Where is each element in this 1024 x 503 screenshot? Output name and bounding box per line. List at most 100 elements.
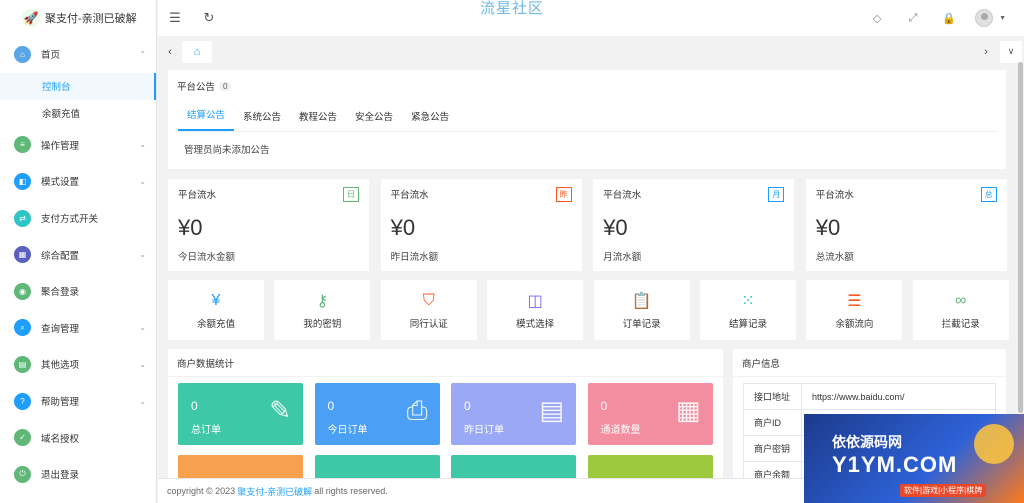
home-tab[interactable]: ⌂	[182, 40, 212, 63]
chevron-down-icon: ⌄	[139, 250, 146, 260]
chevron-down-icon[interactable]: ▼	[999, 15, 1006, 22]
fullscreen-icon[interactable]: ⤢	[897, 0, 929, 36]
tile-value: 0	[464, 399, 471, 413]
sidebar-item[interactable]: ▦ 综合配置 ⌄	[0, 236, 156, 273]
shield-icon: ⛉	[422, 292, 435, 309]
tile-value: 0	[327, 399, 335, 413]
merchant-stat-tile[interactable]: 0 今日订单 ⎙	[314, 383, 440, 445]
key-icon: ⚷	[316, 293, 329, 310]
edit-icon: ✎	[269, 395, 291, 425]
tab-dropdown-icon[interactable]: ∨	[1000, 40, 1022, 63]
sidebar-item[interactable]: ⌂ 首页 ⌃	[0, 36, 156, 73]
refresh-icon[interactable]: ↻	[192, 0, 226, 36]
tile-label: 昨日订单	[464, 425, 504, 436]
quick-tool[interactable]: ◫ 模式选择	[487, 280, 584, 340]
notice-tab[interactable]: 结算公告	[178, 107, 235, 131]
stat-title: 平台流水	[603, 190, 642, 201]
promo-banner[interactable]: 依依源码网 Y1YM.COM 软件|游戏|小程序|棋牌	[804, 414, 1024, 503]
config-icon: ▦	[14, 246, 31, 264]
sidebar-item-label: 其他选项	[41, 360, 80, 372]
menu-toggle-icon[interactable]: ☰	[158, 0, 192, 36]
merchant-stat-tile[interactable]: 0 总订单 ✎	[178, 383, 303, 445]
sidebar-item[interactable]: ⇄ 支付方式开关	[0, 200, 156, 237]
chevron-down-icon: ⌄	[139, 140, 146, 150]
footer-site-link[interactable]: 聚支付-亲测已破解	[237, 485, 312, 498]
sidebar-item[interactable]: ? 帮助管理 ⌄	[0, 383, 156, 420]
tab-next-icon[interactable]: ›	[974, 38, 998, 65]
tag-icon[interactable]: ◇	[861, 0, 893, 36]
chevron-down-icon: ⌄	[139, 323, 146, 333]
app-logo[interactable]: 🚀 聚支付-亲测已破解	[0, 0, 156, 36]
notice-tab[interactable]: 安全公告	[346, 109, 402, 131]
stat-value: ¥0	[815, 215, 841, 240]
scrollbar-thumb[interactable]	[1018, 62, 1023, 413]
merchant-info-value: https://www.baidu.com/	[801, 383, 996, 410]
home-icon: ⌂	[14, 45, 31, 63]
quick-tool[interactable]: ⚷ 我的密钥	[274, 280, 371, 340]
sidebar-subitem[interactable]: 余额充值	[0, 100, 156, 127]
quick-tool[interactable]: ⁙ 结算记录	[700, 280, 796, 340]
quick-tool[interactable]: 📋 订单记录	[593, 280, 690, 340]
notice-card: 平台公告 0 结算公告 系统公告 教程公告 安全公告 紧急公告 管理员尚未添加公告	[168, 70, 1006, 169]
merchant-info-key: 接口地址	[743, 383, 802, 410]
lightbulb-icon	[974, 424, 1014, 464]
sidebar-item-label: 查询管理	[41, 323, 80, 335]
top-bar: ☰ ↻ 流星社区 ◇ ⤢ 🔒 ▼	[158, 0, 1024, 36]
document-icon: ▤	[539, 395, 564, 425]
stat-tag: 总	[980, 187, 997, 202]
stat-card: 平台流水 昨 ¥0 昨日流水额	[380, 179, 582, 271]
tab-prev-icon[interactable]: ‹	[158, 38, 182, 65]
promo-line2: Y1YM.COM	[832, 452, 958, 477]
quick-tool-label: 我的密钥	[303, 319, 342, 330]
sidebar-subitem[interactable]: 控制台	[0, 72, 156, 100]
lock-icon[interactable]: 🔒	[933, 0, 965, 36]
sidebar-nav: ⌂ 首页 ⌃ 控制台 余额充值 ≡ 操作管理 ⌄ ◧ 模式设置 ⌄ ⇄ 支付方式开关 ▦ …	[0, 36, 156, 493]
watermark-text: 流星社区	[480, 0, 545, 17]
quick-tool[interactable]: ☰ 余额流向	[806, 280, 903, 340]
stat-title: 平台流水	[178, 190, 217, 201]
tile-label: 今日订单	[327, 425, 368, 436]
footer-copyright: copyright © 2023	[167, 486, 236, 496]
avatar[interactable]	[975, 9, 994, 27]
quick-tool[interactable]: ⛉ 同行认证	[380, 280, 477, 340]
stat-title: 平台流水	[390, 190, 429, 201]
merchant-info-row: 接口地址 https://www.baidu.com/	[743, 383, 996, 410]
stat-subtitle: 昨日流水额	[390, 252, 439, 263]
stat-value: ¥0	[603, 215, 628, 240]
notice-tab[interactable]: 系统公告	[234, 109, 290, 131]
sidebar-item[interactable]: ▤ 其他选项 ⌄	[0, 346, 156, 383]
sidebar-item[interactable]: ⏻ 退出登录	[0, 456, 156, 493]
toggle-icon: ⇄	[14, 209, 31, 227]
sidebar-item[interactable]: ≡ 操作管理 ⌄	[0, 127, 156, 164]
sidebar-item[interactable]: ◧ 模式设置 ⌄	[0, 163, 156, 200]
merchant-info-key: 商户密钥	[743, 435, 802, 462]
quick-tool-label: 订单记录	[622, 319, 661, 330]
quick-tool-label: 结算记录	[728, 319, 767, 330]
chevron-down-icon: ⌄	[139, 359, 146, 369]
grid-icon: ◫	[527, 293, 543, 310]
notice-count-badge: 0	[219, 81, 232, 91]
infinity-icon: ∞	[955, 292, 967, 309]
quick-tool[interactable]: ∞ 拦截记录	[912, 280, 1009, 340]
merchant-stat-tile[interactable]: 0 通道数量 ▦	[587, 383, 713, 445]
dots-icon: ⁙	[741, 293, 755, 310]
sidebar-item-label: 域名授权	[41, 433, 80, 445]
tab-bar-right: › ∨	[974, 38, 1024, 65]
merchant-stat-tile[interactable]: 0 昨日订单 ▤	[451, 383, 576, 445]
quick-tool-label: 模式选择	[516, 319, 555, 330]
notice-header: 平台公告 0	[168, 70, 1006, 102]
sidebar-item[interactable]: ✓ 域名授权	[0, 419, 156, 456]
logout-icon: ⏻	[14, 465, 31, 483]
stat-value: ¥0	[178, 215, 203, 240]
mode-icon: ◧	[14, 172, 31, 190]
stat-subtitle: 月流水额	[603, 252, 642, 263]
notice-tab[interactable]: 教程公告	[290, 109, 346, 131]
sidebar-item[interactable]: ⌕ 查询管理 ⌄	[0, 310, 156, 347]
tile-value: 0	[600, 399, 608, 413]
chevron-down-icon: ⌄	[139, 176, 146, 186]
sidebar-item[interactable]: ◉ 聚合登录	[0, 273, 156, 310]
notice-tab[interactable]: 紧急公告	[402, 109, 458, 131]
quick-tool-label: 同行认证	[409, 319, 448, 330]
footer-rights: all rights reserved.	[314, 486, 388, 496]
quick-tool[interactable]: ¥ 余额充值	[168, 280, 264, 340]
